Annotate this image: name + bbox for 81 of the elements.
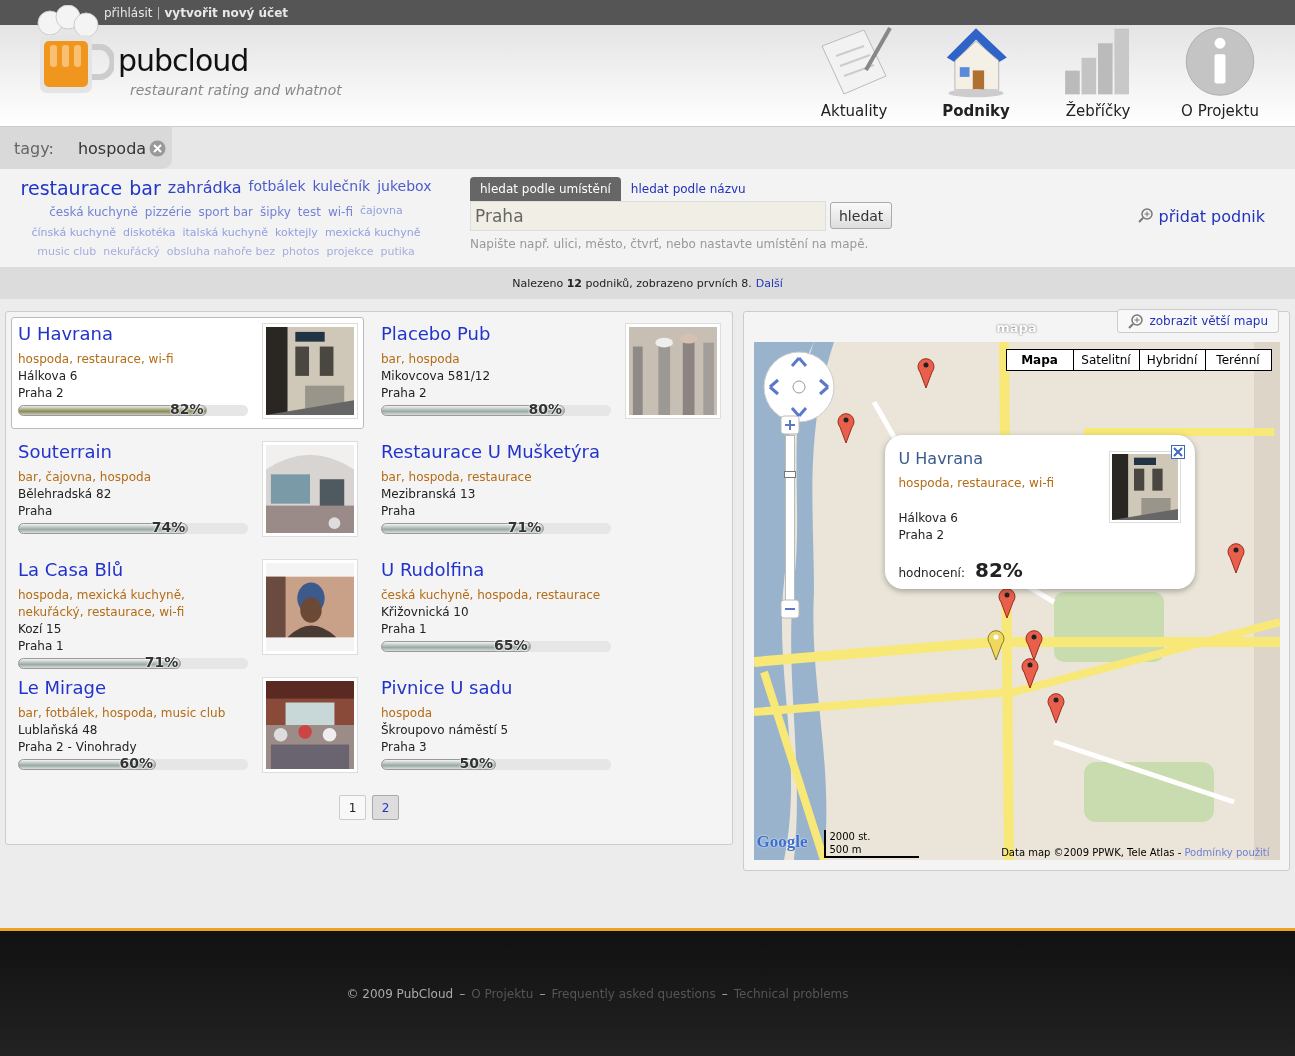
place-city: Praha [381, 503, 417, 520]
next-link[interactable]: Další [755, 276, 783, 290]
place-tags: bar, hospoda [381, 351, 611, 368]
search-field[interactable]: Praha [470, 201, 826, 231]
place-city: Praha 1 [381, 621, 428, 638]
login-link[interactable]: přihlásit [104, 5, 153, 20]
search-tab[interactable]: hledat podle umístění [470, 177, 621, 201]
map-title: mapa [996, 319, 1037, 335]
search-hint: Napište např. ulici, město, čtvrť, nebo nastavte umístění na mapě. [470, 237, 870, 251]
place-tags: hospoda, restaurace, wi-fi [18, 351, 248, 368]
place-card[interactable]: Souterrain bar, čajovna, hospoda Bělehradská 82 Praha 74% [11, 435, 364, 547]
logo-name: pubcloud [118, 43, 250, 78]
nav-item[interactable]: O Projektu [1165, 25, 1275, 126]
tags-label: tagy: [14, 138, 54, 158]
tag-link[interactable]: restaurace [20, 175, 123, 201]
place-tags: hospoda [381, 705, 611, 722]
nav-item[interactable]: Podniky [921, 25, 1031, 126]
tag-link[interactable]: bar [129, 175, 161, 201]
rating-percent: 65% [494, 637, 528, 653]
tag-link[interactable]: jukebox [377, 175, 432, 201]
place-street: Mezibranská 13 [381, 486, 477, 503]
place-name[interactable]: Restaurace U Mušketýra [381, 441, 611, 462]
separator: | [156, 5, 161, 20]
place-card[interactable]: Le Mirage bar, fotbálek, hospoda, music club Lublaňská 48 Praha 2 - Vinohrady 60% [11, 671, 364, 783]
rating-percent: 71% [507, 519, 542, 535]
tagline: restaurant rating and whatnot [130, 82, 342, 98]
place-street: Lublaňská 48 [18, 722, 99, 739]
place-street: Hálkova 6 [18, 368, 79, 385]
place-name[interactable]: Placebo Pub [381, 323, 611, 344]
rating-percent: 60% [119, 755, 153, 771]
place-name[interactable]: U Rudolfina [381, 559, 611, 580]
place-name[interactable]: Pivnice U sadu [381, 677, 611, 698]
place-tags: bar, hospoda, restaurace [381, 469, 611, 486]
page-button[interactable]: 2 [372, 795, 399, 820]
place-name[interactable]: Le Mirage [18, 677, 248, 698]
rating-percent: 80% [528, 401, 562, 417]
place-city: Praha 2 [18, 385, 65, 402]
rating-percent: 71% [144, 654, 179, 670]
remove-icon[interactable] [149, 139, 167, 157]
rating-percent: 74% [151, 519, 186, 535]
zoom-in-icon [1128, 313, 1145, 329]
separator: – [539, 986, 546, 1001]
place-tags: hospoda, mexická kuchyně, nekuřácký, restaurace, wi-fi [18, 587, 254, 621]
tag-link[interactable]: zahrádka [167, 175, 242, 201]
place-name[interactable]: La Casa Blů [18, 559, 254, 580]
place-card[interactable]: Placebo Pub bar, hospoda Mikovcova 581/12 Praha 2 80% [374, 317, 727, 429]
place-card[interactable]: Restaurace U Mušketýra bar, hospoda, restaurace Mezibranská 13 Praha 71% [374, 435, 727, 547]
magnifier-plus-icon [1137, 207, 1154, 223]
place-street: Škroupovo náměstí 5 [381, 722, 510, 739]
add-place-link[interactable]: přidat podnik [1137, 207, 1265, 229]
page-button[interactable]: 1 [339, 795, 366, 820]
search-button[interactable]: hledat [830, 202, 893, 229]
active-tag: hospoda [77, 138, 147, 158]
place-city: Praha [18, 503, 54, 520]
tag-link[interactable]: fotbálek [248, 175, 306, 201]
separator: – [721, 986, 728, 1001]
place-city: Praha 1 [18, 638, 65, 655]
nav-item[interactable]: Žebříčky [1043, 25, 1153, 126]
nav-item[interactable]: Aktuality [799, 25, 909, 126]
place-street: Bělehradská 82 [18, 486, 113, 503]
results-summary: Nalezeno 12 podniků, zobrazeno prvních 8. [512, 276, 752, 290]
enlarge-map-button[interactable]: zobrazit větší mapu [1117, 309, 1279, 333]
place-tags: bar, fotbálek, hospoda, music club [18, 705, 248, 722]
place-city: Praha 2 [381, 385, 428, 402]
place-street: Kozí 15 [18, 621, 63, 638]
place-street: Křižovnická 10 [381, 604, 470, 621]
place-card[interactable]: Pivnice U sadu hospoda Škroupovo náměstí 5 Praha 3 50% [374, 671, 727, 783]
place-card[interactable]: U Rudolfina česká kuchyně, hospoda, restaurace Křižovnická 10 Praha 1 65% [374, 553, 727, 665]
place-street: Mikovcova 581/12 [381, 368, 492, 385]
place-tags: bar, čajovna, hospoda [18, 469, 248, 486]
place-name[interactable]: Souterrain [18, 441, 248, 462]
place-name[interactable]: U Havrana [18, 323, 248, 344]
copyright: © 2009 PubCloud [346, 986, 454, 1001]
place-tags: česká kuchyně, hospoda, restaurace [381, 587, 611, 604]
tag-link[interactable]: kulečník [312, 175, 371, 201]
register-link[interactable]: vytvořit nový účet [164, 5, 289, 20]
search-tab[interactable]: hledat podle názvu [620, 177, 756, 201]
place-city: Praha 2 - Vinohrady [18, 739, 138, 756]
separator: – [459, 986, 466, 1001]
place-city: Praha 3 [381, 739, 428, 756]
rating-percent: 50% [459, 755, 493, 771]
